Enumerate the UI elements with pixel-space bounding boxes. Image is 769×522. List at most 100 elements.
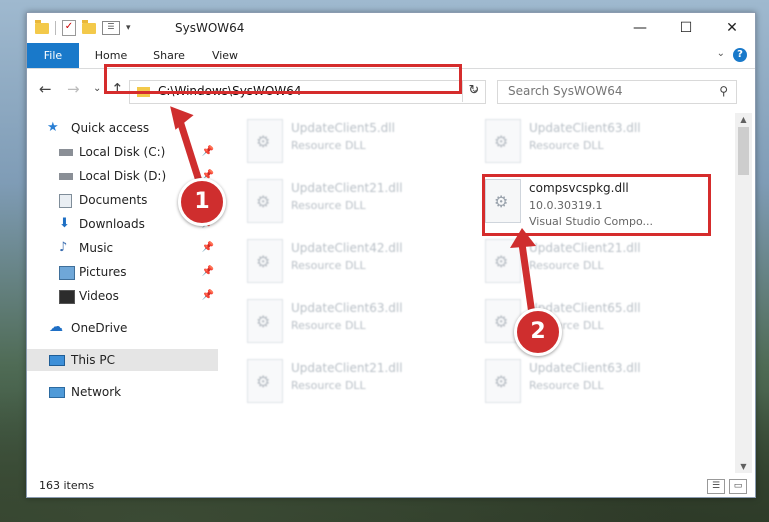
dll-file-icon bbox=[247, 119, 283, 163]
file-list: UpdateClient5.dll Resource DLL UpdateCli… bbox=[219, 113, 735, 468]
list-item[interactable]: UpdateClient63.dll Resource DLL bbox=[481, 357, 711, 409]
file-explorer-window: ✓ ☰ ▾ SysWOW64 — ☐ ✕ File Home Share Vie… bbox=[26, 12, 756, 498]
minimize-button[interactable]: — bbox=[617, 13, 663, 43]
pictures-icon bbox=[59, 266, 75, 280]
file-description: Resource DLL bbox=[291, 319, 366, 332]
details-view-icon[interactable]: ☰ bbox=[707, 479, 725, 494]
file-name: compsvcspkg.dll bbox=[529, 181, 629, 195]
refresh-icon[interactable]: ↻ bbox=[462, 80, 485, 102]
list-item[interactable]: UpdateClient42.dll Resource DLL bbox=[243, 237, 473, 289]
list-item[interactable]: UpdateClient63.dll Resource DLL bbox=[243, 297, 473, 349]
list-item[interactable]: UpdateClient21.dll Resource DLL bbox=[243, 177, 473, 229]
list-item[interactable]: UpdateClient21.dll Resource DLL bbox=[243, 357, 473, 409]
cloud-icon: ☁ bbox=[49, 319, 63, 335]
download-icon: ⬇ bbox=[59, 216, 70, 231]
dll-file-icon bbox=[485, 179, 521, 223]
file-name: UpdateClient21.dll bbox=[291, 361, 403, 375]
address-path[interactable]: C:\Windows\SysWOW64 bbox=[158, 84, 302, 98]
file-description: Visual Studio Compo... bbox=[529, 215, 654, 228]
large-icons-view-icon[interactable]: ▭ bbox=[729, 479, 747, 494]
scrollbar-thumb[interactable] bbox=[738, 127, 749, 175]
sidebar-item-label: Quick access bbox=[71, 121, 150, 135]
list-item[interactable]: UpdateClient5.dll Resource DLL bbox=[243, 117, 473, 169]
dll-file-icon bbox=[247, 359, 283, 403]
sidebar-item-videos[interactable]: Videos 📌 bbox=[27, 285, 218, 307]
forward-arrow-icon[interactable]: → bbox=[67, 80, 80, 98]
step-2-badge: 2 bbox=[514, 308, 562, 356]
pin-icon[interactable]: 📌 bbox=[202, 237, 214, 259]
new-folder-icon[interactable] bbox=[82, 19, 96, 34]
recent-locations-chevron-icon[interactable]: ⌄ bbox=[93, 83, 101, 94]
pin-icon[interactable]: 📌 bbox=[202, 261, 214, 283]
file-description: Resource DLL bbox=[529, 379, 604, 392]
folder-icon bbox=[137, 87, 150, 97]
file-version: 10.0.30319.1 bbox=[529, 199, 603, 212]
customize-toolbar-icon[interactable]: ☰ bbox=[102, 21, 120, 35]
sidebar-item-label: Documents bbox=[79, 193, 148, 207]
drive-icon bbox=[59, 173, 73, 180]
music-icon: ♪ bbox=[59, 240, 68, 255]
file-name: UpdateClient42.dll bbox=[291, 241, 403, 255]
title-bar: ✓ ☰ ▾ SysWOW64 — ☐ ✕ bbox=[27, 13, 755, 43]
dll-file-icon bbox=[247, 299, 283, 343]
file-name: UpdateClient5.dll bbox=[291, 121, 395, 135]
ribbon-tabs: File Home Share View ⌄ ? bbox=[27, 43, 755, 69]
tab-file[interactable]: File bbox=[27, 43, 79, 68]
sidebar-item-label: This PC bbox=[71, 353, 115, 367]
sidebar-item-label: Downloads bbox=[79, 217, 145, 231]
file-description: Resource DLL bbox=[291, 259, 366, 272]
ribbon-expand-icon[interactable]: ⌄ bbox=[717, 48, 725, 59]
list-item[interactable]: UpdateClient63.dll Resource DLL bbox=[481, 117, 711, 169]
sidebar-item-label: Local Disk (D:) bbox=[79, 169, 167, 183]
file-description: Resource DLL bbox=[291, 379, 366, 392]
file-name: UpdateClient21.dll bbox=[291, 181, 403, 195]
address-bar[interactable]: C:\Windows\SysWOW64 ⌄ bbox=[129, 80, 486, 104]
file-description: Resource DLL bbox=[291, 139, 366, 152]
back-arrow-icon[interactable]: ← bbox=[39, 80, 52, 98]
vertical-scrollbar[interactable]: ▲ ▼ bbox=[735, 113, 752, 473]
tab-share[interactable]: Share bbox=[145, 43, 193, 68]
pin-icon[interactable]: 📌 bbox=[202, 285, 214, 307]
properties-check-icon[interactable]: ✓ bbox=[62, 20, 76, 36]
sidebar-item-label: Local Disk (C:) bbox=[79, 145, 166, 159]
folder-icon[interactable] bbox=[35, 19, 49, 34]
sidebar-item-label: Pictures bbox=[79, 265, 127, 279]
drive-icon bbox=[59, 149, 73, 156]
file-name: UpdateClient63.dll bbox=[291, 301, 403, 315]
close-button[interactable]: ✕ bbox=[709, 13, 755, 43]
search-input[interactable] bbox=[506, 83, 710, 99]
quick-access-toolbar: ✓ ☰ ▾ bbox=[35, 19, 131, 36]
search-box[interactable]: ⚲ bbox=[497, 80, 737, 104]
documents-icon bbox=[59, 194, 72, 208]
dll-file-icon bbox=[485, 359, 521, 403]
sidebar-item-label: Network bbox=[71, 385, 122, 399]
tab-view[interactable]: View bbox=[203, 43, 247, 68]
scroll-up-icon[interactable]: ▲ bbox=[735, 115, 752, 124]
tab-home[interactable]: Home bbox=[87, 43, 135, 68]
help-icon[interactable]: ? bbox=[733, 48, 747, 62]
status-bar: 163 items ☰ ▭ bbox=[27, 475, 755, 497]
network-icon bbox=[49, 387, 65, 398]
toolbar-divider bbox=[55, 21, 56, 35]
sidebar-item-label: Videos bbox=[79, 289, 119, 303]
sidebar-item-onedrive[interactable]: ☁ OneDrive bbox=[27, 317, 218, 339]
sidebar-item-label: OneDrive bbox=[71, 321, 128, 335]
sidebar-item-this-pc[interactable]: This PC bbox=[27, 349, 218, 371]
sidebar-item-pictures[interactable]: Pictures 📌 bbox=[27, 261, 218, 283]
search-icon[interactable]: ⚲ bbox=[719, 84, 728, 98]
navigation-bar: ← → ⌄ ↑ C:\Windows\SysWOW64 ⌄ ↻ ⚲ bbox=[27, 69, 755, 111]
step-1-badge: 1 bbox=[178, 178, 226, 226]
maximize-button[interactable]: ☐ bbox=[663, 13, 709, 43]
sidebar-item-music[interactable]: ♪ Music 📌 bbox=[27, 237, 218, 259]
file-name: UpdateClient63.dll bbox=[529, 361, 641, 375]
star-icon: ★ bbox=[47, 120, 59, 135]
up-arrow-icon[interactable]: ↑ bbox=[111, 80, 124, 98]
chevron-down-icon[interactable]: ▾ bbox=[126, 23, 131, 33]
list-item-compsvcspkg[interactable]: compsvcspkg.dll 10.0.30319.1 Visual Stud… bbox=[481, 177, 711, 229]
videos-icon bbox=[59, 290, 75, 304]
dll-file-icon bbox=[247, 239, 283, 283]
scroll-down-icon[interactable]: ▼ bbox=[735, 462, 752, 471]
file-description: Resource DLL bbox=[291, 199, 366, 212]
sidebar-item-network[interactable]: Network bbox=[27, 381, 218, 403]
item-count: 163 items bbox=[39, 479, 95, 492]
